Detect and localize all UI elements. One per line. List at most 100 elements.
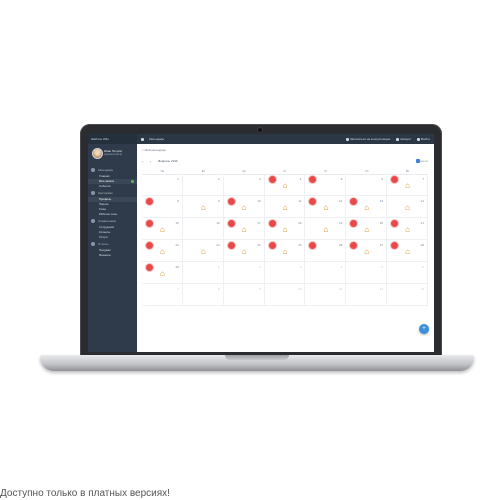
red-circle-badge-icon[interactable] — [146, 242, 153, 249]
red-circle-badge-icon[interactable] — [227, 220, 235, 227]
red-circle-badge-icon[interactable] — [146, 264, 153, 271]
house-icon[interactable]: ⌂ — [242, 248, 247, 256]
breadcrumb[interactable]: < Мой календарь — [142, 148, 166, 152]
calendar-day-cell[interactable]: 13 — [387, 284, 428, 306]
menu-icon[interactable] — [141, 137, 144, 141]
calendar-day-cell[interactable]: 4 — [305, 262, 347, 284]
house-icon[interactable]: ⌂ — [160, 226, 165, 234]
calendar-day-cell[interactable]: 11 ⌂ — [264, 196, 306, 218]
red-circle-badge-icon[interactable] — [350, 242, 358, 249]
calendar-day-cell[interactable]: 6 — [387, 262, 428, 284]
calendar-day-cell[interactable]: 1 — [182, 262, 224, 284]
calendar-day-cell[interactable]: 7 — [142, 284, 183, 306]
red-circle-badge-icon[interactable] — [309, 242, 317, 249]
calendar-day-cell[interactable]: 17 ⌂ — [223, 218, 265, 240]
house-icon[interactable]: ⌂ — [160, 248, 165, 256]
red-circle-badge-icon[interactable] — [268, 242, 276, 249]
calendar-day-cell[interactable]: 23 ⌂ — [182, 240, 224, 262]
calendar-day-cell[interactable]: 14 ⌂ — [387, 196, 428, 218]
red-circle-badge-icon[interactable] — [227, 242, 235, 249]
house-icon[interactable]: ⌂ — [160, 270, 165, 278]
topbar-link-account[interactable]: Аккаунт — [396, 134, 411, 144]
sidebar-section[interactable]: Календарь — [88, 166, 137, 174]
calendar-day-cell[interactable]: 27 ⌂ — [346, 240, 388, 262]
calendar-day-cell[interactable]: 25 ⌂ — [264, 240, 306, 262]
next-month-button[interactable]: › — [150, 159, 151, 164]
calendar-day-cell[interactable]: 8 — [142, 196, 183, 218]
calendar-day-cell[interactable]: 29 ⌂ — [142, 262, 183, 284]
red-circle-badge-icon[interactable] — [391, 220, 399, 227]
house-icon[interactable]: ⌂ — [405, 248, 410, 256]
calendar-day-cell[interactable]: 12 — [346, 284, 388, 306]
calendar-day-cell[interactable]: 22 ⌂ — [142, 240, 183, 262]
house-icon[interactable]: ⌂ — [405, 226, 410, 234]
red-circle-badge-icon[interactable] — [391, 176, 399, 183]
topbar-link-consult[interactable]: Записаться на консультацию — [345, 134, 390, 144]
calendar-day-cell[interactable]: 5 — [346, 262, 388, 284]
calendar-day-cell[interactable]: 3 — [223, 174, 265, 196]
calendar-day-cell[interactable]: 2 — [223, 262, 265, 284]
prev-month-button[interactable]: ‹ — [142, 159, 143, 164]
calendar-day-cell[interactable]: 11 — [305, 284, 347, 306]
calendar-day-cell[interactable]: 13 ⌂ — [346, 196, 388, 218]
profile-block[interactable]: Иван Петров Администратор — [88, 144, 137, 166]
calendar-day-cell[interactable]: 1 — [142, 174, 183, 196]
house-icon[interactable]: ⌂ — [242, 204, 247, 212]
calendar-day-cell[interactable]: 2 — [182, 174, 224, 196]
sidebar-item[interactable]: Рабочие часы — [88, 212, 137, 217]
calendar-day-cell[interactable]: 5 — [305, 174, 347, 196]
red-circle-badge-icon[interactable] — [268, 176, 276, 183]
red-circle-badge-icon[interactable] — [309, 198, 317, 205]
calendar-day-cell[interactable]: 7 ⌂ — [387, 174, 428, 196]
red-circle-badge-icon[interactable] — [146, 198, 153, 205]
house-icon[interactable]: ⌂ — [405, 182, 410, 190]
calendar-day-cell[interactable]: 16 — [182, 218, 224, 240]
topbar-link-logout[interactable]: Выйти — [417, 134, 430, 144]
red-circle-badge-icon[interactable] — [391, 242, 399, 249]
red-circle-badge-icon[interactable] — [268, 220, 276, 227]
house-icon[interactable]: ⌂ — [323, 204, 328, 212]
calendar-day-cell[interactable]: 12 ⌂ — [305, 196, 347, 218]
house-icon[interactable]: ⌂ — [323, 226, 328, 234]
house-icon[interactable]: ⌂ — [201, 204, 206, 212]
house-icon[interactable]: ⌂ — [283, 226, 288, 234]
sidebar-section[interactable]: Справочники — [88, 217, 137, 225]
calendar-day-cell[interactable]: 10 ⌂ — [223, 196, 265, 218]
calendar-day-cell[interactable]: 28 ⌂ — [387, 240, 428, 262]
calendar-day-cell[interactable]: 19 ⌂ — [305, 218, 347, 240]
sidebar-item[interactable]: Услуги — [88, 235, 137, 240]
house-icon[interactable]: ⌂ — [405, 204, 410, 212]
house-icon[interactable]: ⌂ — [242, 226, 247, 234]
house-icon[interactable]: ⌂ — [201, 248, 206, 256]
calendar-day-cell[interactable]: 26 — [305, 240, 347, 262]
sidebar-brand[interactable]: Шаблон Wiki — [88, 134, 137, 144]
calendar-day-cell[interactable]: 6 — [346, 174, 388, 196]
house-icon[interactable]: ⌂ — [283, 182, 288, 190]
calendar-day-cell[interactable]: 3 — [264, 262, 306, 284]
calendar-day-cell[interactable]: 9 ⌂ — [182, 196, 224, 218]
sidebar-section[interactable]: Отчеты — [88, 240, 137, 248]
house-icon[interactable]: ⌂ — [283, 248, 288, 256]
calendar-day-cell[interactable]: 15 ⌂ — [142, 218, 183, 240]
calendar-day-cell[interactable]: 4 ⌂ — [264, 174, 306, 196]
red-circle-badge-icon[interactable] — [309, 176, 317, 183]
calendar-day-cell[interactable]: 20 ⌂ — [346, 218, 388, 240]
calendar-day-cell[interactable]: 9 — [223, 284, 265, 306]
avatar[interactable] — [92, 148, 103, 159]
sidebar-item[interactable]: События — [88, 184, 137, 189]
calendar-day-cell[interactable]: 18 ⌂ — [264, 218, 306, 240]
house-icon[interactable]: ⌂ — [364, 248, 369, 256]
calendar-day-cell[interactable]: 24 ⌂ — [223, 240, 265, 262]
calendar-day-cell[interactable]: 10 — [264, 284, 306, 306]
calendar-day-cell[interactable]: 21 ⌂ — [387, 218, 428, 240]
calendar-day-cell[interactable]: 8 — [182, 284, 224, 306]
add-event-button[interactable]: + — [419, 324, 429, 334]
red-circle-badge-icon[interactable] — [350, 198, 358, 205]
sidebar-section[interactable]: Настройки — [88, 189, 137, 197]
red-circle-badge-icon[interactable] — [350, 220, 358, 227]
house-icon[interactable]: ⌂ — [364, 204, 369, 212]
sidebar-item[interactable]: Финансы — [88, 253, 137, 258]
red-circle-badge-icon[interactable] — [227, 198, 235, 205]
house-icon[interactable]: ⌂ — [364, 226, 369, 234]
house-icon[interactable]: ⌂ — [283, 204, 288, 212]
